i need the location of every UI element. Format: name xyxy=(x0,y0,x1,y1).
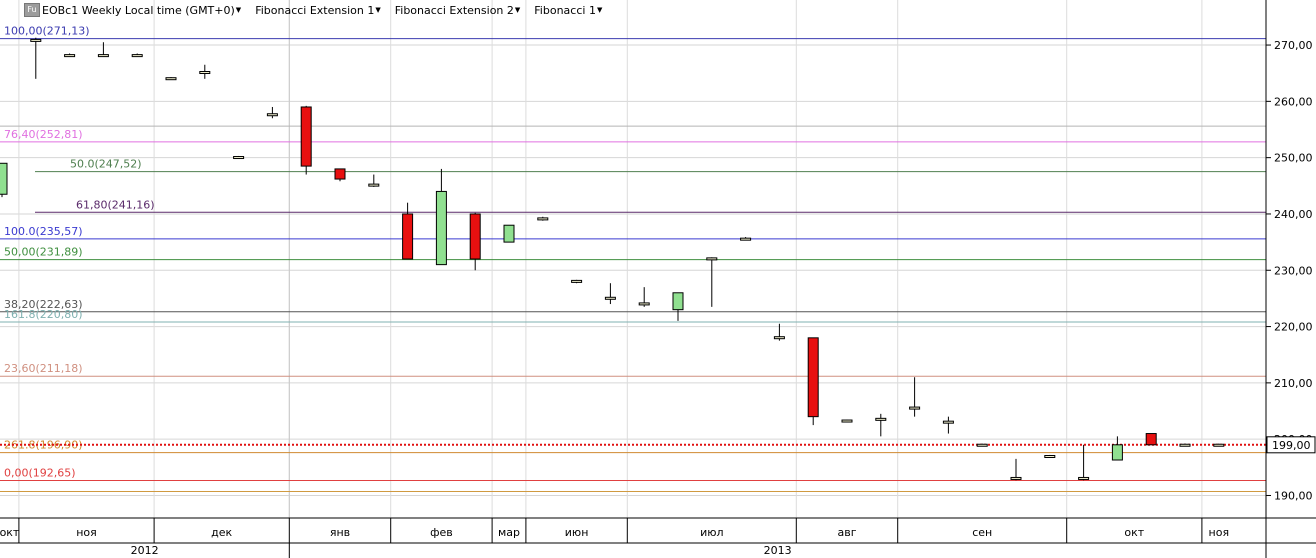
candle-body xyxy=(233,156,245,160)
current-price-label: 199,00 xyxy=(1272,439,1311,452)
month-label: июл xyxy=(700,526,723,539)
fib-level-label: 261.8(196,90) xyxy=(4,439,83,452)
candle-body xyxy=(266,113,278,117)
candle-body xyxy=(0,162,8,195)
candle-body xyxy=(435,190,447,266)
fib-level-label: 100,00(271,13) xyxy=(4,25,90,38)
candle-body xyxy=(1044,455,1056,459)
instrument-label: EOBc1 Weekly Local time (GMT+0) xyxy=(42,3,235,17)
study-menu-fib-1[interactable]: Fibonacci 1 ▼ xyxy=(534,4,602,17)
month-label: ноя xyxy=(1209,526,1230,539)
candle-body xyxy=(942,420,954,424)
fib-level-label: 0,00(192,65) xyxy=(4,467,76,480)
candle-body xyxy=(503,224,515,243)
y-tick-label: 210,00 xyxy=(1274,377,1313,390)
candle-body xyxy=(30,38,42,42)
candle-body xyxy=(841,419,853,423)
candle-body xyxy=(909,406,921,410)
year-label: 2013 xyxy=(764,544,792,557)
y-tick-label: 260,00 xyxy=(1274,95,1313,108)
candle-body xyxy=(571,279,583,283)
month-label: авг xyxy=(837,526,856,539)
month-label: мар xyxy=(498,526,520,539)
axes-layer: 190,00200,00210,00220,00230,00240,00250,… xyxy=(0,0,1316,558)
instrument-icon[interactable]: Fu xyxy=(24,3,40,17)
candle-body xyxy=(740,237,752,241)
study-label: Fibonacci 1 xyxy=(534,3,596,17)
fib-level-label: 50.0(247,52) xyxy=(70,158,142,171)
candle-body xyxy=(300,106,312,167)
fib-level-label: 23,60(211,18) xyxy=(4,362,83,375)
y-tick-label: 270,00 xyxy=(1274,39,1313,52)
candles-layer xyxy=(0,37,1225,481)
candle-body xyxy=(604,296,616,300)
month-label: июн xyxy=(565,526,589,539)
candle-body xyxy=(1145,433,1157,446)
instrument-menu[interactable]: EOBc1 Weekly Local time (GMT+0) ▼ xyxy=(42,4,241,17)
fib-level-label: 161.8(220,80) xyxy=(4,308,83,321)
candle-body xyxy=(875,417,887,421)
month-label: дек xyxy=(211,526,232,539)
fib-level-label: 100.0(235,57) xyxy=(4,225,83,238)
study-menu-fib-ext-2[interactable]: Fibonacci Extension 2 ▼ xyxy=(395,4,521,17)
x-axis-background xyxy=(0,518,1316,558)
candle-body xyxy=(672,292,684,311)
fib-level-label: 61,80(241,16) xyxy=(76,198,155,211)
candle-body xyxy=(706,257,718,261)
candle-body xyxy=(773,336,785,340)
candle-body xyxy=(1010,476,1022,480)
dropdown-arrow-icon: ▼ xyxy=(514,6,521,14)
month-label: окт xyxy=(1124,526,1144,539)
dropdown-arrow-icon: ▼ xyxy=(375,6,381,14)
fib-level-label: 50,00(231,89) xyxy=(4,246,83,259)
candle-body xyxy=(807,337,819,418)
study-menu-fib-ext-1[interactable]: Fibonacci Extension 1 ▼ xyxy=(255,4,381,17)
candle-body xyxy=(1213,443,1225,447)
year-label: 2012 xyxy=(131,544,159,557)
month-label: сен xyxy=(972,526,992,539)
candle-body xyxy=(537,217,549,221)
candle-body xyxy=(976,443,988,447)
dropdown-arrow-icon: ▼ xyxy=(596,6,603,14)
y-tick-label: 230,00 xyxy=(1274,264,1313,277)
month-label: окт xyxy=(0,526,20,539)
month-label: янв xyxy=(330,526,350,539)
y-tick-label: 220,00 xyxy=(1274,321,1313,334)
candle-body xyxy=(165,77,177,81)
candle-body xyxy=(334,168,346,180)
candle-body xyxy=(1111,444,1123,461)
candle-body xyxy=(368,183,380,187)
study-label: Fibonacci Extension 1 xyxy=(255,3,375,17)
fib-level-label: 76,40(252,81) xyxy=(4,128,83,141)
candle-body xyxy=(469,213,481,260)
candle-body xyxy=(199,71,211,75)
month-label: ноя xyxy=(76,526,97,539)
month-label: фев xyxy=(430,526,453,539)
chart-header: Fu EOBc1 Weekly Local time (GMT+0) ▼ Fib… xyxy=(24,2,616,18)
candle-body xyxy=(638,302,650,306)
candle-body xyxy=(97,54,109,58)
grid-layer xyxy=(0,0,1266,518)
candle-body xyxy=(64,54,76,58)
candle-body xyxy=(402,213,414,260)
y-tick-label: 190,00 xyxy=(1274,489,1313,502)
y-tick-label: 250,00 xyxy=(1274,152,1313,165)
fibonacci-levels: 100,00(271,13) 76,40(252,81) 50.0(247,52) 6… xyxy=(0,25,1266,493)
dropdown-arrow-icon: ▼ xyxy=(235,6,242,14)
study-label: Fibonacci Extension 2 xyxy=(394,3,514,17)
candle-body xyxy=(131,54,143,58)
candle-body xyxy=(1078,476,1090,480)
candle-body xyxy=(1179,443,1191,447)
y-tick-label: 240,00 xyxy=(1274,208,1313,221)
price-chart: 100,00(271,13) 76,40(252,81) 50.0(247,52) 6… xyxy=(0,0,1316,558)
